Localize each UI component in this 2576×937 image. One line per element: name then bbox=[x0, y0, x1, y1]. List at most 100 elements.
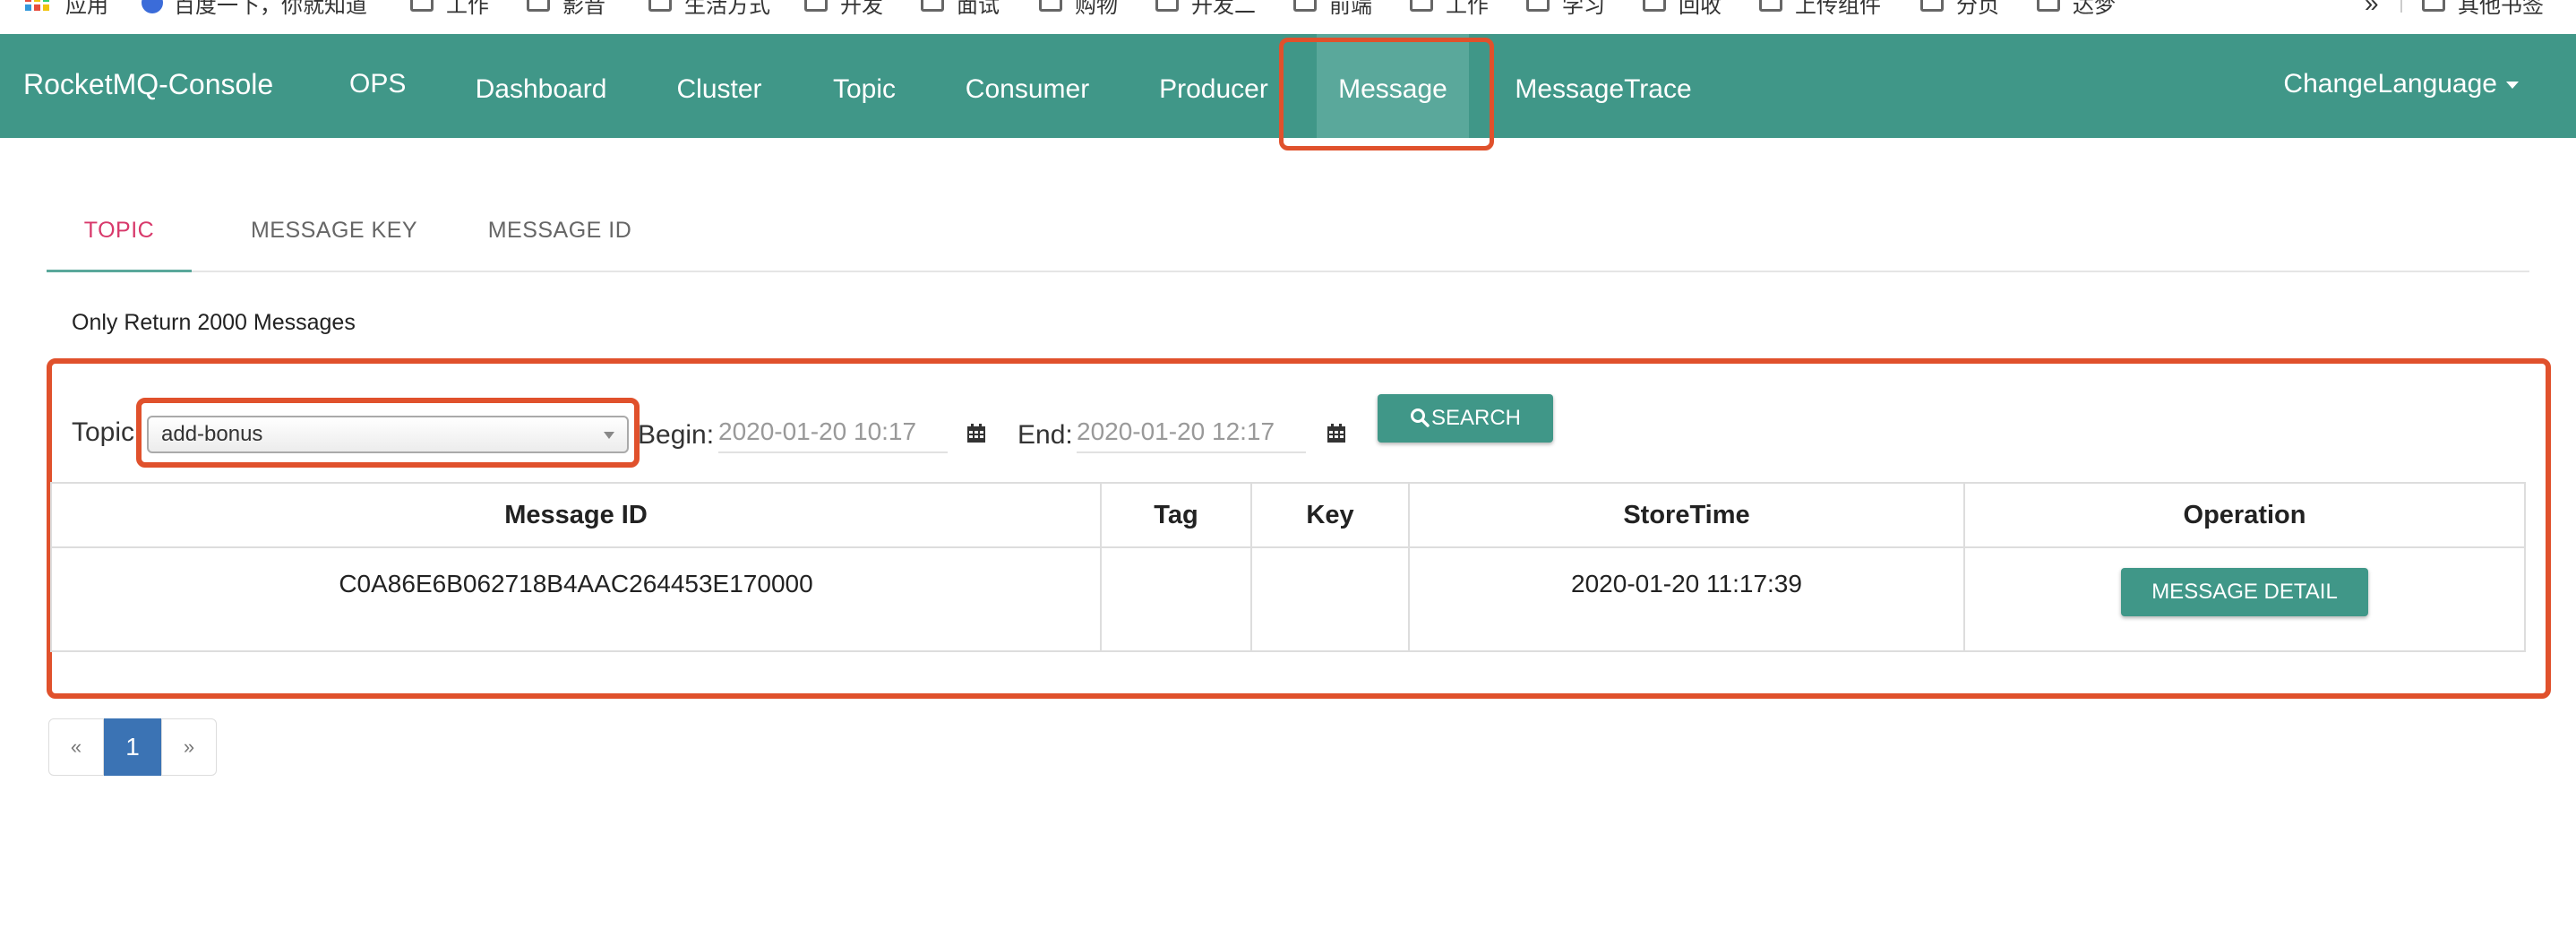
bookmark-item[interactable]: 学习 bbox=[1526, 0, 1605, 18]
search-button-label: SEARCH bbox=[1430, 406, 1522, 430]
messages-table: Message ID Tag Key StoreTime Operation C… bbox=[50, 482, 2526, 652]
bookmark-item[interactable]: 工作 bbox=[1410, 0, 1489, 18]
column-header: Key bbox=[1250, 482, 1410, 548]
folder-icon bbox=[410, 0, 434, 12]
bookmarks-bar: 应用 百度一下，你就知道 工作 影音 生活方式 开发 面试 购物 开发二 前端 … bbox=[0, 0, 2576, 35]
folder-icon bbox=[1410, 0, 1433, 12]
bookmark-item[interactable]: 开发 bbox=[804, 0, 883, 18]
folder-icon bbox=[804, 0, 828, 12]
folder-icon bbox=[1920, 0, 1944, 12]
bookmark-apps[interactable]: 应用 bbox=[25, 0, 108, 18]
bookmark-other[interactable]: 其他书签 bbox=[2422, 0, 2544, 18]
nav-topic[interactable]: Topic bbox=[824, 34, 905, 138]
change-language-dropdown[interactable]: ChangeLanguage bbox=[2283, 34, 2519, 138]
folder-icon bbox=[1039, 0, 1062, 12]
bookmarks-overflow-icon[interactable]: » bbox=[2365, 0, 2379, 18]
bookmark-item[interactable]: 开发二 bbox=[1155, 0, 1256, 18]
bookmark-label: 工作 bbox=[1446, 0, 1489, 18]
cell-tag bbox=[1100, 546, 1252, 652]
end-label: End: bbox=[1018, 420, 1073, 450]
bookmark-item[interactable]: 分页 bbox=[1920, 0, 1999, 18]
folder-icon bbox=[527, 0, 550, 12]
bookmark-item[interactable]: 前端 bbox=[1293, 0, 1372, 18]
folder-icon bbox=[921, 0, 944, 12]
bookmark-label: 应用 bbox=[65, 0, 108, 18]
folder-icon bbox=[648, 0, 672, 12]
calendar-icon[interactable] bbox=[966, 423, 987, 444]
cell-store-time: 2020-01-20 11:17:39 bbox=[1408, 546, 1965, 652]
nav-message[interactable]: Message bbox=[1317, 34, 1469, 138]
topic-select[interactable]: add-bonus bbox=[147, 416, 629, 453]
bookmark-label: 其他书签 bbox=[2458, 0, 2544, 18]
bookmark-label: 分页 bbox=[1956, 0, 1999, 18]
bookmark-label: 生活方式 bbox=[684, 0, 770, 18]
nav-cluster[interactable]: Cluster bbox=[670, 34, 769, 138]
cell-key bbox=[1250, 546, 1410, 652]
bookmark-label: 上传组件 bbox=[1795, 0, 1881, 18]
cell-message-id: C0A86E6B062718B4AAC264453E170000 bbox=[50, 546, 1102, 652]
bookmark-label: 开发 bbox=[840, 0, 883, 18]
bookmark-label: 学习 bbox=[1562, 0, 1605, 18]
tab-topic[interactable]: TOPIC bbox=[47, 185, 192, 272]
bookmark-label: 百度一下，你就知道 bbox=[174, 0, 367, 18]
bookmark-item[interactable]: 工作 bbox=[410, 0, 489, 18]
bookmark-item[interactable]: 生活方式 bbox=[648, 0, 770, 18]
table-row: C0A86E6B062718B4AAC264453E170000 2020-01… bbox=[50, 546, 2526, 652]
tab-message-key[interactable]: MESSAGE KEY bbox=[231, 185, 437, 271]
begin-date-input[interactable] bbox=[718, 412, 948, 453]
begin-label: Begin: bbox=[638, 420, 715, 450]
bookmark-label: 面试 bbox=[957, 0, 1000, 18]
folder-icon bbox=[1643, 0, 1666, 12]
brand-title[interactable]: RocketMQ-Console bbox=[23, 34, 273, 138]
nav-dashboard[interactable]: Dashboard bbox=[466, 34, 616, 138]
folder-icon bbox=[1759, 0, 1782, 12]
dropdown-arrow-icon bbox=[604, 432, 614, 439]
bookmark-item[interactable]: 影音 bbox=[527, 0, 605, 18]
nav-producer[interactable]: Producer bbox=[1155, 34, 1272, 138]
column-header: Operation bbox=[1963, 482, 2526, 548]
language-label: ChangeLanguage bbox=[2283, 69, 2497, 99]
bookmark-item[interactable]: 百度一下，你就知道 bbox=[142, 0, 367, 18]
bookmark-label: 前端 bbox=[1329, 0, 1372, 18]
topic-select-value: add-bonus bbox=[161, 422, 263, 446]
apps-grid-icon bbox=[25, 0, 49, 11]
folder-icon bbox=[1293, 0, 1317, 12]
nav-messagetrace[interactable]: MessageTrace bbox=[1514, 34, 1693, 138]
cell-operation: MESSAGE DETAIL bbox=[1963, 546, 2526, 652]
bookmark-item[interactable]: 面试 bbox=[921, 0, 1000, 18]
table-header-row: Message ID Tag Key StoreTime Operation bbox=[50, 482, 2526, 548]
bookmark-label: 影音 bbox=[562, 0, 605, 18]
folder-icon bbox=[2422, 0, 2445, 12]
column-header: Message ID bbox=[50, 482, 1102, 548]
bookmark-item[interactable]: 上传组件 bbox=[1759, 0, 1881, 18]
caret-down-icon bbox=[2506, 82, 2519, 90]
topic-label: Topic bbox=[72, 417, 135, 447]
baidu-icon bbox=[142, 0, 163, 13]
bookmark-item[interactable]: 达梦 bbox=[2037, 0, 2116, 18]
folder-icon bbox=[1526, 0, 1550, 12]
bookmark-label: 开发二 bbox=[1191, 0, 1256, 18]
bookmark-item[interactable]: 购物 bbox=[1039, 0, 1118, 18]
column-header: StoreTime bbox=[1408, 482, 1965, 548]
folder-icon bbox=[1155, 0, 1179, 12]
calendar-icon[interactable] bbox=[1326, 423, 1347, 444]
message-detail-button[interactable]: MESSAGE DETAIL bbox=[2121, 568, 2368, 616]
bookmark-label: 达梦 bbox=[2073, 0, 2116, 18]
bookmark-label: 工作 bbox=[446, 0, 489, 18]
bookmark-label: 购物 bbox=[1075, 0, 1118, 18]
folder-icon bbox=[2037, 0, 2060, 12]
search-icon bbox=[1410, 408, 1430, 427]
pagination: « 1 » bbox=[48, 718, 217, 776]
pagination-next[interactable]: » bbox=[161, 718, 217, 776]
pagination-page-current[interactable]: 1 bbox=[104, 718, 161, 776]
end-date-input[interactable] bbox=[1077, 412, 1306, 453]
nav-ops[interactable]: OPS bbox=[349, 34, 406, 138]
nav-consumer[interactable]: Consumer bbox=[962, 34, 1093, 138]
search-mode-tabs: TOPIC MESSAGE KEY MESSAGE ID bbox=[47, 185, 2529, 272]
pagination-prev[interactable]: « bbox=[48, 718, 104, 776]
tab-message-id[interactable]: MESSAGE ID bbox=[464, 185, 656, 271]
column-header: Tag bbox=[1100, 482, 1252, 548]
result-limit-notice: Only Return 2000 Messages bbox=[72, 310, 356, 335]
search-button[interactable]: SEARCH bbox=[1378, 394, 1553, 443]
bookmark-item[interactable]: 回收 bbox=[1643, 0, 1722, 18]
